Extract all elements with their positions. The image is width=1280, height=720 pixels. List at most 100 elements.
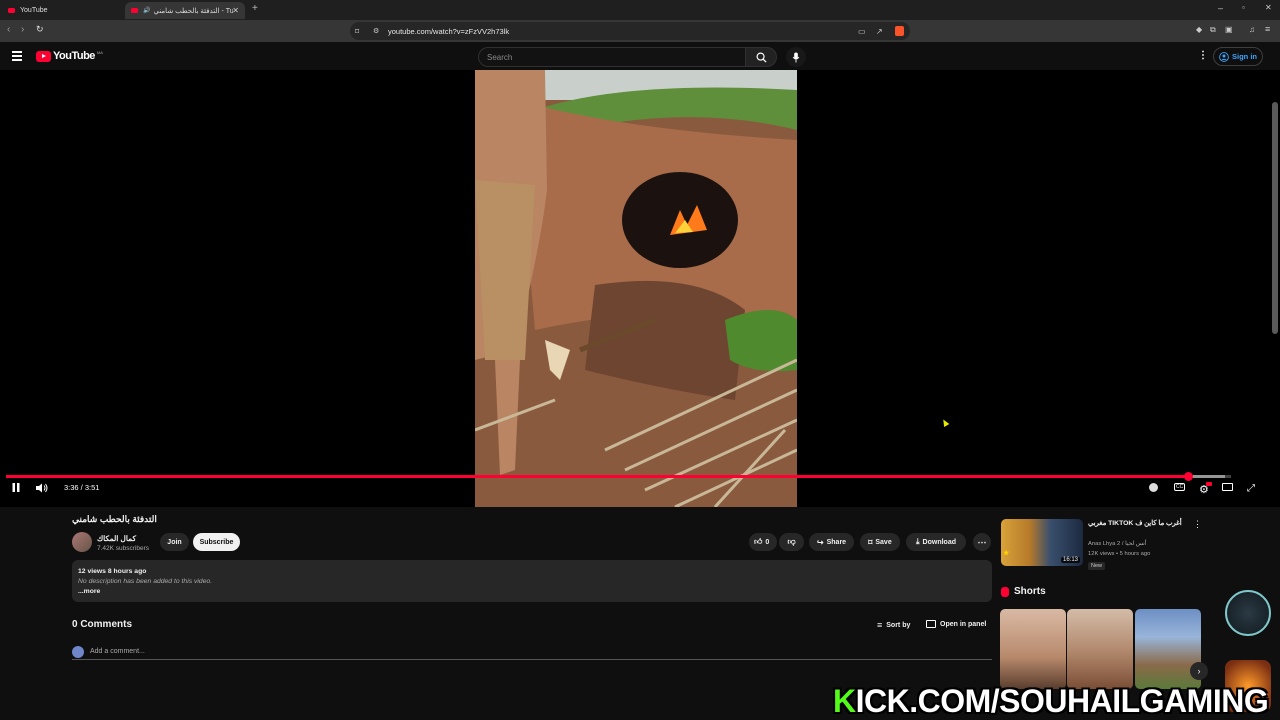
site-info-icon[interactable]: ⚙ xyxy=(373,27,379,35)
maximize-icon[interactable]: ▫ xyxy=(1242,3,1245,12)
wallet-icon[interactable]: ◆ xyxy=(1196,25,1202,34)
mouse-cursor xyxy=(940,417,950,428)
fullscreen-button[interactable]: ⤢ xyxy=(1247,483,1255,494)
tab-youtube[interactable]: YouTube xyxy=(2,2,122,19)
kick-k: K xyxy=(833,683,856,719)
tab-label: التدفئة بالحطب شامني - Tube xyxy=(153,7,234,15)
media-icon[interactable]: ♫ xyxy=(1249,25,1255,34)
youtube-favicon-icon xyxy=(131,8,138,13)
sort-label: Sort by xyxy=(886,621,911,629)
pause-icon xyxy=(12,483,20,492)
download-button[interactable]: ⤓ Download xyxy=(906,533,966,551)
hamburger-menu-icon[interactable] xyxy=(12,51,22,61)
thumbs-up-icon: 👍︎ xyxy=(754,537,763,546)
bookmark-icon[interactable]: ⌑ xyxy=(355,27,359,36)
theater-mode-button[interactable] xyxy=(1222,483,1233,491)
tab-video[interactable]: 🔊 التدفئة بالحطب شامني - Tube ✕ xyxy=(125,2,245,19)
minimize-icon[interactable]: – xyxy=(1218,3,1223,13)
search-input[interactable]: Search xyxy=(478,47,746,67)
recommended-title[interactable]: أغرب ما كاين ف TIKTOK مغربي xyxy=(1088,519,1188,527)
search-button[interactable] xyxy=(745,47,777,67)
sign-in-label: Sign in xyxy=(1232,52,1257,61)
more-options-icon[interactable]: ⋮ xyxy=(1198,50,1208,61)
time-display: 3:36 / 3:51 xyxy=(64,483,100,492)
thumbnail-caption: ★ xyxy=(1003,550,1010,557)
comments-heading: 0 Comments xyxy=(72,619,133,630)
volume-button[interactable] xyxy=(36,483,48,493)
join-button[interactable]: Join xyxy=(160,533,189,551)
search-placeholder: Search xyxy=(487,52,513,62)
streamer-badge-logo xyxy=(1225,590,1271,636)
forward-icon[interactable]: › xyxy=(21,24,24,35)
save-label: Save xyxy=(875,538,892,546)
channel-avatar[interactable] xyxy=(72,532,92,552)
sidebar-icon[interactable]: ▣ xyxy=(1225,25,1233,34)
back-icon[interactable]: ‹ xyxy=(7,24,10,35)
voice-search-button[interactable] xyxy=(786,47,806,67)
like-button[interactable]: 👍︎ 0 xyxy=(749,533,777,551)
subscribe-button[interactable]: Subscribe xyxy=(193,533,240,551)
cast-icon[interactable]: ▭ xyxy=(858,27,866,36)
shorts-icon xyxy=(1001,586,1009,597)
add-comment-input[interactable]: Add a comment... xyxy=(72,646,992,660)
close-window-icon[interactable]: ✕ xyxy=(1265,3,1272,12)
tab-label: YouTube xyxy=(20,7,48,14)
save-button[interactable]: ⌑ Save xyxy=(860,533,900,551)
short-thumbnail-1[interactable] xyxy=(1000,609,1066,689)
brave-shield-icon[interactable] xyxy=(895,26,904,36)
short-thumbnail-2[interactable] xyxy=(1067,609,1133,689)
progress-bar[interactable] xyxy=(6,472,1231,481)
volume-icon xyxy=(36,483,48,493)
share-button[interactable]: ↪ Share xyxy=(809,533,854,551)
subscriber-count: 7.42K subscribers xyxy=(97,545,150,552)
share-page-icon[interactable]: ↗ xyxy=(876,27,883,36)
recommended-meta: 12K views • 5 hours ago xyxy=(1088,551,1151,557)
channel-name[interactable]: كمال المكاك xyxy=(97,534,136,543)
share-label: Share xyxy=(826,538,847,546)
short-thumbnail-3[interactable] xyxy=(1135,609,1201,689)
recommended-menu-icon[interactable]: ⋮ xyxy=(1193,519,1202,530)
close-tab-icon[interactable]: ✕ xyxy=(232,6,239,15)
shorts-next-button[interactable]: › xyxy=(1190,662,1208,680)
shorts-header: Shorts xyxy=(1001,586,1046,597)
captions-icon: CC xyxy=(1174,483,1186,491)
url-field[interactable]: ⌑ ⚙ youtube.com/watch?v=zFzVV2h73lk ▭ ↗ xyxy=(350,22,910,40)
extensions-icon[interactable]: ⧉ xyxy=(1210,25,1216,35)
scrubber-handle[interactable] xyxy=(1183,472,1193,481)
browser-menu-icon[interactable]: ≡ xyxy=(1265,24,1270,34)
open-in-panel-button[interactable]: Open in panel xyxy=(926,620,986,628)
chevron-right-icon: › xyxy=(1197,666,1201,676)
search-icon xyxy=(756,52,767,63)
youtube-header: YouTube MA Search ⋮ Sign in xyxy=(0,42,1280,70)
kick-watermark: KICK.COM/SOUHAILGAMING xyxy=(833,683,1269,720)
video-frame[interactable] xyxy=(475,70,797,507)
dislike-button[interactable]: 👎︎ xyxy=(779,533,804,551)
subtitles-button[interactable]: CC xyxy=(1174,483,1186,491)
show-more-link[interactable]: ...more xyxy=(78,587,986,597)
description-text: No description has been added to this vi… xyxy=(78,578,213,585)
description-box[interactable]: 12 views 8 hours ago No description has … xyxy=(72,560,992,602)
recommended-thumbnail[interactable]: ★ 16:13 xyxy=(1001,519,1083,566)
recommended-channel[interactable]: Anas Lhya 2 / أنس لحيا xyxy=(1088,541,1146,547)
browser-address-bar: ‹ › ↻ ⌑ ⚙ youtube.com/watch?v=zFzVV2h73l… xyxy=(0,20,1280,42)
autoplay-toggle[interactable] xyxy=(1149,483,1158,492)
pause-button[interactable] xyxy=(12,483,20,492)
settings-button[interactable]: ⚙ xyxy=(1199,482,1212,496)
youtube-favicon-icon xyxy=(8,8,15,13)
reload-icon[interactable]: ↻ xyxy=(36,24,44,35)
hd-badge xyxy=(1206,482,1212,486)
page-scrollbar[interactable] xyxy=(1272,102,1278,334)
video-duration: 16:13 xyxy=(1060,557,1080,563)
account-icon xyxy=(1219,51,1229,62)
new-tab-icon[interactable]: + xyxy=(252,3,258,14)
download-icon: ⤓ xyxy=(916,537,920,546)
microphone-icon xyxy=(792,51,800,63)
sort-by-button[interactable]: ≡ Sort by xyxy=(877,620,910,630)
panel-label: Open in panel xyxy=(940,620,987,628)
logo-country: MA xyxy=(96,49,103,55)
video-content-image xyxy=(475,70,797,507)
video-player[interactable]: 3:36 / 3:51 CC ⚙ ⤢ xyxy=(0,70,1280,507)
more-actions-button[interactable]: ⋯ xyxy=(973,533,991,551)
sign-in-button[interactable]: Sign in xyxy=(1213,47,1263,66)
youtube-logo[interactable]: YouTube MA xyxy=(36,50,103,62)
